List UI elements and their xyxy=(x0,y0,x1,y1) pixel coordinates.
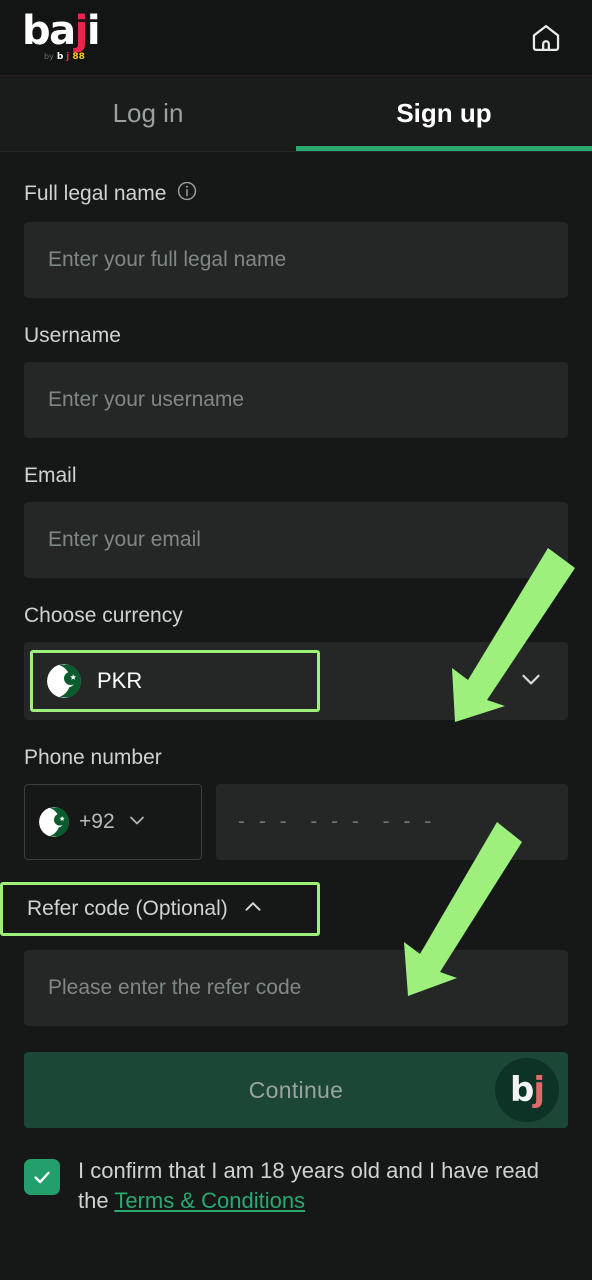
field-username: Username Enter your username xyxy=(24,324,568,438)
logo-sub-b: b xyxy=(56,51,64,62)
phone-number-input[interactable]: - - - - - - - - - xyxy=(216,784,568,860)
logo-sub-88: 88 xyxy=(72,51,85,62)
country-code-select[interactable]: +92 xyxy=(24,784,202,860)
logo-i: i xyxy=(86,8,101,55)
full-legal-name-input[interactable]: Enter your full legal name xyxy=(24,222,568,298)
refer-code-label: Refer code (Optional) xyxy=(27,897,228,920)
phone-number-placeholder: - - - - - - - - - xyxy=(238,810,436,833)
label-text: Full legal name xyxy=(24,182,167,205)
currency-select[interactable]: PKR xyxy=(24,642,568,720)
refer-code-placeholder: Please enter the refer code xyxy=(48,976,302,999)
tab-sign-up[interactable]: Sign up xyxy=(296,76,592,151)
home-icon[interactable] xyxy=(524,16,568,60)
label-text: Choose currency xyxy=(24,604,183,627)
logo-ba: ba xyxy=(22,8,76,55)
label-phone-number: Phone number xyxy=(24,746,568,770)
phone-row: +92 - - - - - - - - - xyxy=(24,784,568,860)
currency-code-label: PKR xyxy=(97,668,143,693)
full-legal-name-placeholder: Enter your full legal name xyxy=(48,248,287,271)
tab-active-indicator xyxy=(296,146,592,151)
country-code-label: +92 xyxy=(79,810,115,833)
label-full-legal-name: Full legal name xyxy=(24,180,568,208)
continue-button[interactable]: Continue bj xyxy=(24,1052,568,1128)
signup-screen: baji by b j 88 Log in Sign up Full legal na… xyxy=(0,0,592,1280)
consent-checkbox[interactable] xyxy=(24,1159,60,1195)
logo-subtitle: by b j 88 xyxy=(44,51,85,62)
label-text: Username xyxy=(24,324,121,347)
refer-code-toggle[interactable]: Refer code (Optional) xyxy=(0,882,320,936)
baji-logo[interactable]: baji by b j 88 xyxy=(22,11,101,62)
label-text: Phone number xyxy=(24,746,162,769)
username-placeholder: Enter your username xyxy=(48,388,245,411)
info-circle-icon[interactable] xyxy=(176,180,198,208)
badge-j: j xyxy=(533,1070,545,1110)
signup-form: Full legal name Enter your full legal na… xyxy=(0,180,592,1217)
auth-tabs: Log in Sign up xyxy=(0,76,592,152)
username-input[interactable]: Enter your username xyxy=(24,362,568,438)
refer-code-input[interactable]: Please enter the refer code xyxy=(24,950,568,1026)
chevron-down-icon[interactable] xyxy=(125,808,149,837)
app-header: baji by b j 88 xyxy=(0,0,592,76)
highlight-box-currency[interactable]: PKR xyxy=(30,650,320,712)
bj-badge-icon: bj xyxy=(495,1058,559,1122)
label-choose-currency: Choose currency xyxy=(24,604,568,628)
age-consent-row: I confirm that I am 18 years old and I h… xyxy=(24,1156,568,1217)
continue-button-label: Continue xyxy=(248,1076,344,1103)
field-full-legal-name: Full legal name Enter your full legal na… xyxy=(24,180,568,298)
terms-and-conditions-link[interactable]: Terms & Conditions xyxy=(114,1188,305,1213)
label-username: Username xyxy=(24,324,568,348)
chevron-up-icon[interactable] xyxy=(240,894,266,925)
label-email: Email xyxy=(24,464,568,488)
field-currency: Choose currency PKR xyxy=(24,604,568,720)
logo-sub-by: by xyxy=(44,52,54,62)
consent-text: I confirm that I am 18 years old and I h… xyxy=(78,1156,568,1217)
badge-b: b xyxy=(510,1070,534,1110)
label-text: Email xyxy=(24,464,77,487)
pakistan-flag-icon xyxy=(39,807,69,837)
logo-j: j xyxy=(74,8,89,55)
email-input[interactable]: Enter your email xyxy=(24,502,568,578)
field-phone-number: Phone number +92 - - - - - - - - - xyxy=(24,746,568,860)
email-placeholder: Enter your email xyxy=(48,528,201,551)
tab-log-in[interactable]: Log in xyxy=(0,76,296,151)
logo-sub-j: j xyxy=(66,51,70,62)
chevron-down-icon[interactable] xyxy=(516,664,546,699)
logo-wordmark: baji xyxy=(22,11,101,51)
field-email: Email Enter your email xyxy=(24,464,568,578)
pakistan-flag-icon xyxy=(47,664,81,698)
